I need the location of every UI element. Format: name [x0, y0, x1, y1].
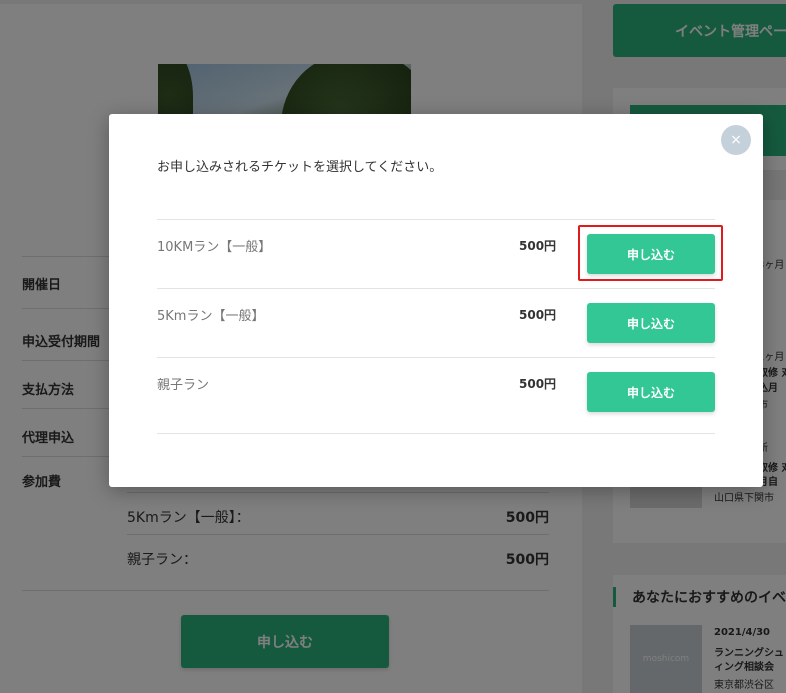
modal-title: お申し込みされるチケットを選択してください。 [157, 160, 443, 175]
apply-button[interactable]: 申し込む [587, 303, 715, 343]
ticket-name: 5Kmラン【一般】 [157, 309, 265, 324]
ticket-price: 500円 [519, 377, 557, 391]
apply-button[interactable]: 申し込む [587, 372, 715, 412]
apply-button[interactable]: 申し込む [587, 234, 715, 274]
ticket-list: 10KMラン【一般】 500円 申し込む 5Kmラン【一般】 500円 申し込む… [157, 219, 715, 434]
ticket-row: 5Kmラン【一般】 500円 申し込む [157, 288, 715, 357]
ticket-row: 10KMラン【一般】 500円 申し込む [157, 219, 715, 288]
ticket-row: 親子ラン 500円 申し込む [157, 357, 715, 434]
ticket-select-modal: × お申し込みされるチケットを選択してください。 10KMラン【一般】 500円… [109, 114, 763, 487]
ticket-name: 親子ラン [157, 378, 210, 393]
ticket-price: 500円 [519, 239, 557, 253]
ticket-price: 500円 [519, 308, 557, 322]
ticket-name: 10KMラン【一般】 [157, 240, 272, 255]
close-icon[interactable]: × [721, 125, 751, 155]
